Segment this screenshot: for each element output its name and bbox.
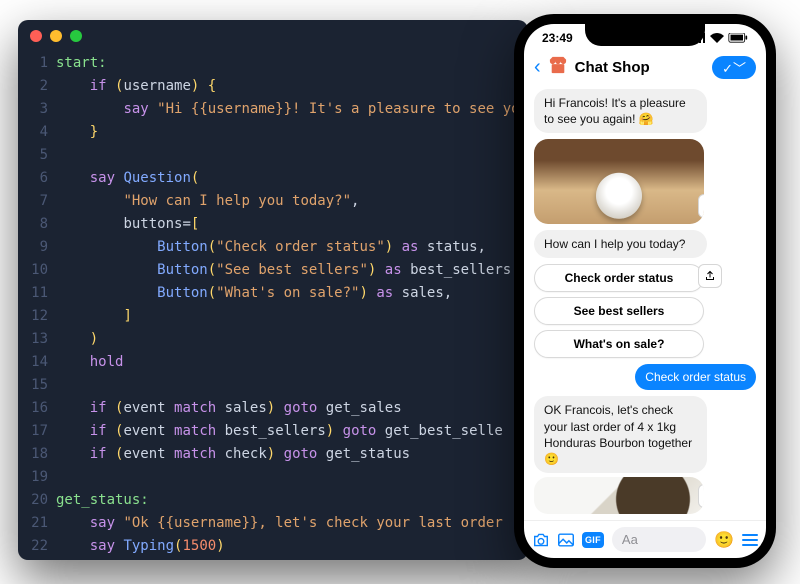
shop-logo-icon [549, 56, 567, 79]
code-body[interactable]: 12345678910111213141516171819202122 star… [18, 52, 528, 560]
window-titlebar [18, 20, 528, 52]
share-icon[interactable] [698, 264, 722, 288]
maximize-icon[interactable] [70, 30, 82, 42]
back-icon[interactable]: ‹ [534, 56, 541, 79]
wifi-icon [710, 33, 724, 43]
bot-question: How can I help you today? [534, 230, 707, 258]
status-time: 23:49 [542, 31, 573, 45]
user-message: Check order status [635, 364, 756, 390]
message-list[interactable]: Hi Francois! It's a pleasure to see you … [524, 83, 766, 520]
phone-notch [585, 24, 705, 46]
gif-icon[interactable]: GIF [582, 532, 604, 548]
minimize-icon[interactable] [50, 30, 62, 42]
quick-reply-button[interactable]: See best sellers [534, 297, 704, 325]
verified-pill[interactable]: ✓﹀ [712, 56, 756, 79]
emoji-icon[interactable]: 🙂 [714, 530, 734, 550]
image-card[interactable] [534, 477, 704, 514]
share-icon[interactable] [698, 484, 704, 508]
phone-screen: 23:49 ‹ Chat Shop ✓﹀ Hi Francois! It's a… [524, 24, 766, 558]
bot-followup: OK Francois, let's check your last order… [534, 396, 707, 473]
message-input[interactable]: Aa [612, 527, 706, 552]
battery-icon [728, 33, 748, 43]
quick-reply-button[interactable]: Check order status [534, 264, 704, 292]
phone-mockup: 23:49 ‹ Chat Shop ✓﹀ Hi Francois! It's a… [514, 14, 776, 568]
image-card[interactable] [534, 139, 704, 224]
quick-reply-button[interactable]: What's on sale? [534, 330, 704, 358]
bot-message: Hi Francois! It's a pleasure to see you … [534, 89, 707, 133]
code-lines: start: if (username) { say "Hi {{usernam… [56, 52, 520, 558]
close-icon[interactable] [30, 30, 42, 42]
menu-icon[interactable] [742, 534, 758, 546]
line-gutter: 12345678910111213141516171819202122 [18, 52, 56, 558]
chat-nav: ‹ Chat Shop ✓﹀ [524, 52, 766, 83]
camera-icon[interactable] [532, 533, 550, 547]
code-editor: 12345678910111213141516171819202122 star… [18, 20, 528, 560]
composer: GIF Aa 🙂 [524, 520, 766, 558]
share-icon[interactable] [698, 194, 704, 218]
quick-replies: Check order status See best sellers What… [534, 264, 704, 358]
chat-title: Chat Shop [575, 59, 704, 76]
image-icon[interactable] [558, 533, 574, 547]
